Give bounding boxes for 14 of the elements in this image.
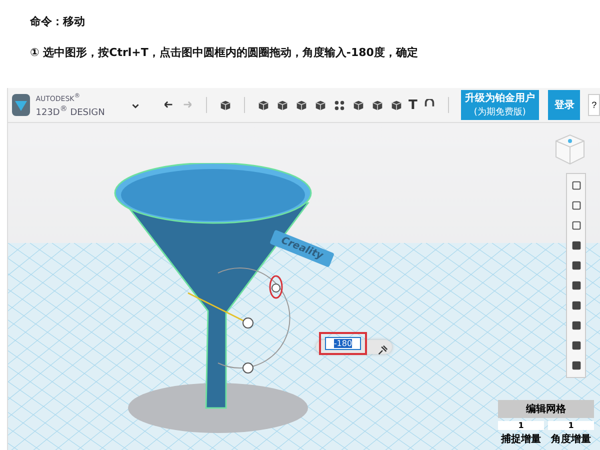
add-cube-icon[interactable] xyxy=(218,98,232,112)
product-name: 123D$^{®}$ DESIGN xyxy=(36,104,105,118)
grid-value-field[interactable]: 1 xyxy=(498,421,544,430)
command-title: 命令：移动 xyxy=(30,14,85,29)
logo-icon xyxy=(12,94,30,116)
edit-grid-title: 编辑网格 xyxy=(498,400,594,418)
angle-input[interactable]: -180 xyxy=(325,337,361,350)
grid-dots-icon[interactable] xyxy=(332,98,346,112)
grid-field-label: 捕捉增量 xyxy=(501,432,541,446)
help-button[interactable]: ? xyxy=(588,94,600,116)
grid-field-label: 角度增量 xyxy=(551,432,591,446)
grid-value-field[interactable]: 1 xyxy=(548,421,594,430)
text-tool[interactable]: T xyxy=(408,98,418,112)
instruction-step: ① 选中图形，按Ctrl+T，点击图中圆框内的圆圈拖动，角度输入-180度，确定 xyxy=(30,45,418,60)
